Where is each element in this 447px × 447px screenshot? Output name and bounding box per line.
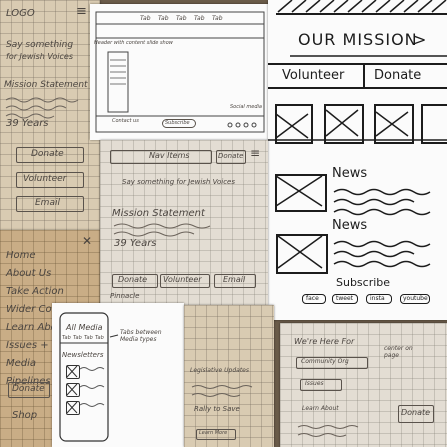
nav-item-5[interactable]: Issues + xyxy=(6,340,49,351)
left-email-button[interactable]: Email xyxy=(16,196,84,212)
left-sketch-sheet: LOGO ≡ Say something for Jewish Voices M… xyxy=(0,0,100,235)
desk-note-left: Header with content slide show xyxy=(94,40,173,46)
image-placeholder-2 xyxy=(324,104,364,144)
nav-donate-button[interactable]: Donate xyxy=(8,382,50,398)
mission-sketch-sheet: OUR MISSION > Volunteer Donate News News… xyxy=(268,0,447,320)
image-placeholder-1 xyxy=(275,104,313,144)
news-heading-1: News xyxy=(332,166,368,181)
media-newsletters: Newsletters xyxy=(62,351,104,359)
mission-title: OUR MISSION xyxy=(298,30,418,49)
social-button-tweet[interactable]: tweet xyxy=(332,294,358,304)
media-title: All Media xyxy=(66,323,103,332)
center-donate-button[interactable]: Donate xyxy=(112,274,158,288)
desk-tab-3[interactable]: Tab xyxy=(194,15,205,22)
media-tab-0[interactable]: Tab xyxy=(62,335,71,341)
nav-item-0[interactable]: Home xyxy=(6,250,36,261)
center-sketch-sheet: Nav Items Donate ≡ Say something for Jew… xyxy=(100,140,268,305)
news-heading-2: News xyxy=(332,218,368,233)
news-image-2 xyxy=(276,234,328,274)
desk-tab-4[interactable]: Tab xyxy=(212,15,223,22)
mission-subscribe-label: Subscribe xyxy=(336,276,391,289)
mission-donate-button[interactable]: Donate xyxy=(374,68,421,83)
center-email-button[interactable]: Email xyxy=(214,274,256,288)
media-note: Tabs between Media types xyxy=(120,329,162,343)
media-tab-3[interactable]: Tab xyxy=(95,335,104,341)
rally-button[interactable]: Rally to Save xyxy=(194,405,240,413)
media-item-2 xyxy=(66,383,80,397)
desk-tab-1[interactable]: Tab xyxy=(158,15,169,22)
left-volunteer-button[interactable]: Volunteer xyxy=(16,172,84,188)
bottom-center-scribbles xyxy=(191,385,253,397)
nav-item-1[interactable]: About Us xyxy=(6,268,51,279)
mission-volunteer-button[interactable]: Volunteer xyxy=(282,68,344,83)
social-button-face[interactable]: face xyxy=(302,294,326,304)
bottom-right-sketch-sheet: We're Here For Community Org Issues Lear… xyxy=(280,323,447,447)
center-volunteer-button[interactable]: Volunteer xyxy=(160,274,210,288)
desk-subscribe-button[interactable]: Subscribe xyxy=(162,119,196,128)
social-button-insta[interactable]: insta xyxy=(366,294,392,304)
bottom-right-scribbles xyxy=(297,425,359,437)
left-donate-button[interactable]: Donate xyxy=(16,147,84,163)
desk-tab-2[interactable]: Tab xyxy=(176,15,187,22)
desktop-wireframe-sheet: Tab Tab Tab Tab Tab Header with content … xyxy=(90,4,272,140)
social-button-youtube[interactable]: youtube xyxy=(400,294,430,304)
center-footer: Pinnacle xyxy=(110,292,140,300)
media-tab-2[interactable]: Tab xyxy=(84,335,93,341)
center-years: 39 Years xyxy=(114,238,157,249)
media-sketch-sheet: All Media Tab Tab Tab Tab Newsletters Ta… xyxy=(52,303,184,447)
bottom-center-sketch-sheet: Legislative Updates Rally to Save Learn … xyxy=(184,305,274,447)
desk-tab-0[interactable]: Tab xyxy=(140,15,151,22)
learn-more-button[interactable]: Learn More xyxy=(196,429,236,440)
years-label: 39 Years xyxy=(6,118,49,129)
news-image-1 xyxy=(275,174,327,212)
desk-social-note: Social media xyxy=(230,104,262,110)
nav-shop-link[interactable]: Shop xyxy=(12,410,37,421)
image-placeholder-4 xyxy=(421,104,447,144)
chevron-right-icon[interactable]: > xyxy=(413,30,426,49)
close-icon: ✕ xyxy=(82,234,93,248)
media-item-1 xyxy=(66,365,80,379)
media-tab-1[interactable]: Tab xyxy=(73,335,82,341)
desk-contact[interactable]: Contact us xyxy=(112,118,139,124)
media-item-3 xyxy=(66,401,80,415)
nav-item-2[interactable]: Take Action xyxy=(6,286,64,297)
nav-item-6[interactable]: Media xyxy=(6,358,36,369)
image-placeholder-3 xyxy=(374,104,414,144)
